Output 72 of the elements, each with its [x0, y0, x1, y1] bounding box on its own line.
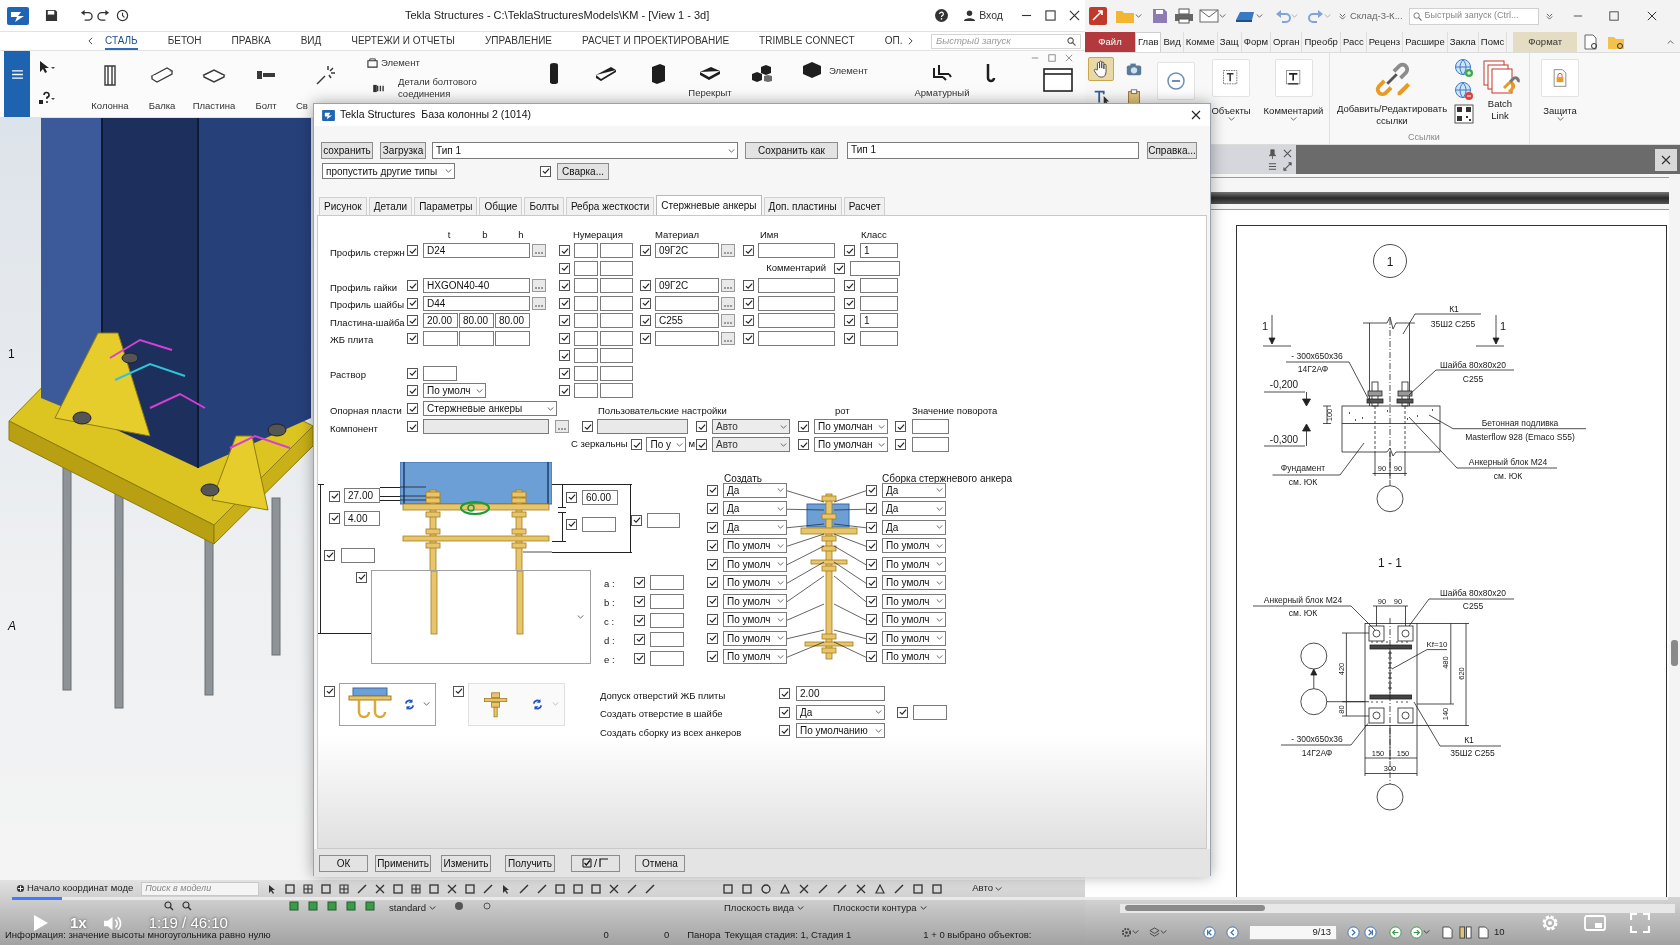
- column-header: Сборка стержневого анкера: [882, 472, 1013, 484]
- field-label: ЖБ плита: [330, 334, 374, 346]
- origin-label: Начало координат моде: [27, 881, 134, 896]
- field-label: Компонент: [330, 422, 378, 434]
- drawing-label: С255: [1462, 374, 1484, 384]
- field-label: Создать отверстие в шайбе: [600, 708, 723, 720]
- drawing-label: см. ЮК: [1493, 470, 1523, 481]
- drawing-label: К1: [1464, 735, 1474, 745]
- drawing-label: 35Ш2 С255: [1430, 319, 1476, 329]
- section-header: Значение поворота: [912, 404, 998, 416]
- field-label: Профиль стержн: [330, 246, 405, 258]
- field-label: Раствор: [330, 369, 366, 381]
- column-header: Нумерация: [573, 228, 623, 240]
- column-header: t: [447, 228, 451, 240]
- drawing-label: см. ЮК: [1288, 477, 1318, 487]
- drawing-label: 1 - 1: [1378, 556, 1402, 570]
- grid-label: A: [8, 619, 16, 633]
- drawing-label: Фундамент: [1280, 463, 1326, 473]
- drawing-label: С255: [1462, 601, 1484, 611]
- window-title: Tekla Structures - C:\TeklaStructuresModels\KM - [View 1 - 3d]: [405, 8, 710, 24]
- column-header: Материал: [655, 228, 700, 240]
- column-header: h: [518, 228, 524, 240]
- drawing-label: -0,200: [1269, 379, 1299, 390]
- field-label: Допуск отверстий ЖБ плиты: [600, 689, 726, 701]
- drawing-label: 14Г2АФ: [1297, 364, 1329, 374]
- grid-label: 1: [8, 347, 15, 361]
- document-name: Склад-3-К...: [1350, 8, 1403, 23]
- field-label: Опорная пласти: [330, 404, 402, 416]
- dialog-app-name: Tekla Structures: [340, 107, 416, 123]
- drawing-label: 14Г2АФ: [1301, 748, 1333, 758]
- drawing-label: - 300x650x36: [1291, 733, 1343, 744]
- column-header: Класс: [861, 228, 887, 240]
- coordinate: 0: [663, 927, 670, 942]
- drawing-label: К1: [1449, 304, 1459, 314]
- pan-label: Панора: [687, 927, 721, 942]
- drawing-label: Шайба 80х80х20: [1440, 588, 1506, 598]
- drawing-label: см. ЮК: [1288, 607, 1318, 618]
- drawing-label: Анкерный блок М24: [1263, 594, 1343, 605]
- drawing-label: -0,300: [1269, 433, 1299, 445]
- field-label: Профиль гайки: [330, 281, 397, 293]
- drawing-label: 1: [1261, 320, 1269, 332]
- column-header: Имя: [760, 228, 779, 240]
- field-label: м: [688, 437, 695, 452]
- dialog-title: База колонны 2 (1014): [421, 107, 532, 123]
- drawing-label: - 300x650x36: [1291, 351, 1343, 361]
- zoom-level: 10: [1494, 924, 1505, 939]
- drawing-label: 35Ш2 С255: [1450, 748, 1495, 758]
- column-header: b: [482, 228, 488, 240]
- drawing-label: Kf=10: [1426, 640, 1448, 650]
- ribbon-group-label: Ссылки: [1407, 130, 1441, 144]
- field-label: d :: [604, 635, 615, 646]
- column-header: Создать: [724, 472, 762, 484]
- field-label: a :: [604, 578, 615, 589]
- drawing-label: 1: [1386, 255, 1394, 269]
- section-header: Пользовательские настройки: [598, 404, 727, 416]
- field-label: b :: [604, 597, 615, 608]
- field-label: С зеркальны: [570, 437, 628, 452]
- field-label: Пластина-шайба: [330, 316, 405, 328]
- drawing-label: 1: [1499, 320, 1507, 332]
- field-label: c :: [604, 616, 615, 627]
- field-label: Профиль шайбы: [330, 299, 405, 311]
- field-label: e :: [604, 654, 615, 665]
- drawing-label: Masterflow 928 (Emaco S55): [1465, 431, 1575, 442]
- coordinate: 0: [603, 927, 609, 942]
- selection-count: 1 + 0 выбрано объектов:: [923, 927, 1032, 942]
- field-label: Создать сборку из всех анкеров: [600, 726, 742, 738]
- drawing-label: Шайба 80х80х20: [1440, 360, 1506, 370]
- drawing-label: Анкерный блок М24: [1468, 456, 1548, 467]
- drawing-label: Бетонная подливка: [1481, 417, 1559, 428]
- phase-label: Текущая стадия: 1, Стадия 1: [724, 927, 852, 942]
- field-label: Комментарий: [766, 261, 826, 276]
- section-header: рот: [835, 404, 850, 416]
